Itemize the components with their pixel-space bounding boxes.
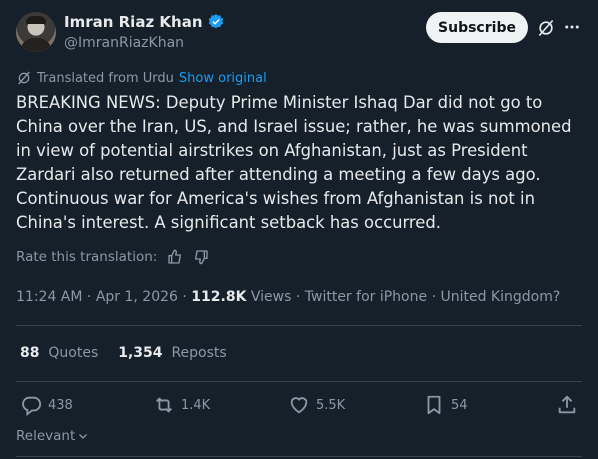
- views-count: 112.8K: [191, 289, 247, 305]
- sort-label: Relevant: [16, 428, 76, 444]
- repost-button[interactable]: 1.4K: [153, 394, 210, 416]
- divider: [16, 381, 582, 382]
- translate-icon: [16, 70, 32, 86]
- rate-translation-label: Rate this translation:: [16, 249, 158, 265]
- show-original-link[interactable]: Show original: [179, 71, 267, 86]
- views-label: Views: [250, 289, 292, 305]
- translated-from-label: Translated from Urdu: [37, 70, 174, 86]
- tweet-text: BREAKING NEWS: Deputy Prime Minister Ish…: [16, 93, 572, 232]
- like-icon: [288, 394, 310, 416]
- like-button[interactable]: 5.5K: [288, 394, 345, 416]
- translation-note: Translated from Urdu Show original: [16, 70, 267, 86]
- tweet-meta: 11:24 AM · Apr 1, 2026 · 112.8K Views · …: [16, 289, 561, 305]
- tweet-location: United Kingdom?: [440, 289, 561, 305]
- reply-icon: [20, 394, 42, 416]
- author-name-row[interactable]: Imran Riaz Khan: [64, 13, 225, 31]
- like-count: 5.5K: [316, 397, 346, 413]
- author-name[interactable]: Imran Riaz Khan: [64, 13, 203, 31]
- reposts-stat[interactable]: 1,354 Reposts: [118, 345, 226, 361]
- divider: [16, 325, 582, 326]
- divider: [16, 456, 582, 457]
- thumbs-up-icon[interactable]: [167, 249, 183, 265]
- repost-icon: [153, 394, 175, 416]
- sort-replies-dropdown[interactable]: Relevant: [16, 428, 89, 444]
- bookmark-button[interactable]: 54: [423, 394, 468, 416]
- rate-translation: Rate this translation:: [16, 249, 209, 265]
- share-button[interactable]: [556, 394, 578, 416]
- subscribe-button[interactable]: Subscribe: [426, 12, 528, 43]
- chevron-down-icon: [77, 430, 89, 442]
- avatar[interactable]: [16, 12, 56, 52]
- tweet-source: Twitter for iPhone: [304, 289, 428, 305]
- tweet-date[interactable]: Apr 1, 2026: [96, 289, 178, 305]
- reply-button[interactable]: 438: [20, 394, 73, 416]
- bookmark-icon: [423, 394, 445, 416]
- tweet-time[interactable]: 11:24 AM: [16, 289, 82, 305]
- verified-badge-icon: [207, 13, 225, 31]
- more-icon[interactable]: [563, 18, 581, 36]
- bookmark-count: 54: [451, 397, 468, 413]
- repost-count: 1.4K: [181, 397, 211, 413]
- grok-icon[interactable]: [536, 18, 556, 38]
- quotes-stat[interactable]: 88 Quotes: [20, 345, 98, 361]
- author-handle[interactable]: @ImranRiazKhan: [64, 35, 184, 51]
- engagement-stats: 88 Quotes 1,354 Reposts: [20, 345, 227, 361]
- thumbs-down-icon[interactable]: [193, 249, 209, 265]
- reply-count: 438: [48, 397, 73, 413]
- share-icon: [556, 394, 578, 416]
